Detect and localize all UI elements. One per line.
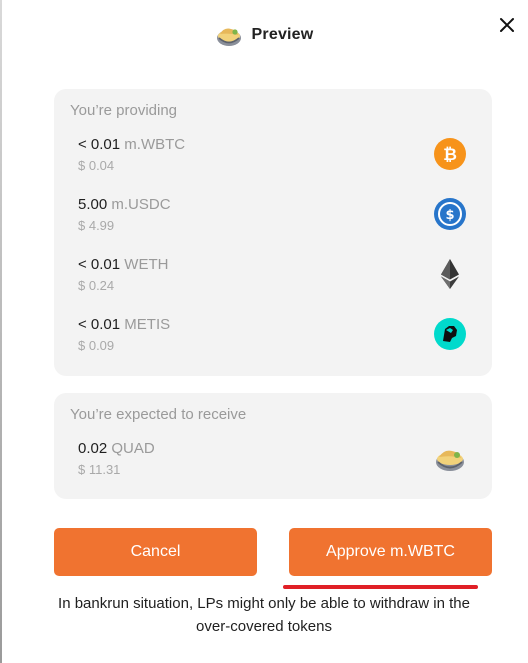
close-button[interactable] <box>496 16 518 38</box>
bitcoin-icon: ₿ <box>434 138 466 170</box>
token-row-wbtc: < 0.01 m.WBTC $ 0.04 ₿ <box>78 136 474 180</box>
svg-text:₿: ₿ <box>443 145 457 165</box>
token-amount: 0.02 QUAD <box>78 440 155 457</box>
token-row-quad: 0.02 QUAD $ 11.31 <box>78 440 474 484</box>
token-row-weth: < 0.01 WETH $ 0.24 <box>78 256 474 300</box>
receive-card: You’re expected to receive 0.02 QUAD $ 1… <box>54 393 492 499</box>
modal-title: Preview <box>251 26 314 43</box>
close-icon <box>499 17 515 38</box>
approve-button[interactable]: Approve m.WBTC <box>289 528 492 576</box>
highlight-underline <box>283 585 478 589</box>
token-row-usdc: 5.00 m.USDC $ 4.99 $ <box>78 196 474 240</box>
token-usd-value: $ 0.04 <box>78 158 115 173</box>
modal-header: Preview <box>0 20 528 50</box>
bankrun-note: In bankrun situation, LPs might only be … <box>58 595 470 635</box>
token-usd-value: $ 4.99 <box>78 218 115 233</box>
providing-heading: You’re providing <box>70 102 178 119</box>
token-amount: 5.00 m.USDC <box>78 196 171 213</box>
token-amount: < 0.01 METIS <box>78 316 171 333</box>
token-row-metis: < 0.01 METIS $ 0.09 <box>78 316 474 360</box>
token-symbol: METIS <box>124 316 171 333</box>
token-symbol: m.USDC <box>111 196 171 213</box>
ethereum-icon <box>434 258 466 290</box>
token-symbol: WETH <box>124 256 169 273</box>
token-usd-value: $ 0.09 <box>78 338 115 353</box>
quad-logo-icon <box>215 21 243 49</box>
svg-text:$: $ <box>445 208 454 223</box>
usdc-icon: $ <box>434 198 466 230</box>
cancel-button[interactable]: Cancel <box>54 528 257 576</box>
window-edge <box>0 0 2 663</box>
token-amount: < 0.01 m.WBTC <box>78 136 186 153</box>
providing-card: You’re providing < 0.01 m.WBTC $ 0.04 ₿ … <box>54 89 492 376</box>
quad-icon <box>434 442 466 474</box>
token-symbol: m.WBTC <box>124 136 186 153</box>
token-usd-value: $ 0.24 <box>78 278 115 293</box>
receive-heading: You’re expected to receive <box>70 406 247 423</box>
metis-icon <box>434 318 466 350</box>
token-amount: < 0.01 WETH <box>78 256 169 273</box>
token-symbol: QUAD <box>111 440 155 457</box>
token-usd-value: $ 11.31 <box>78 462 121 477</box>
